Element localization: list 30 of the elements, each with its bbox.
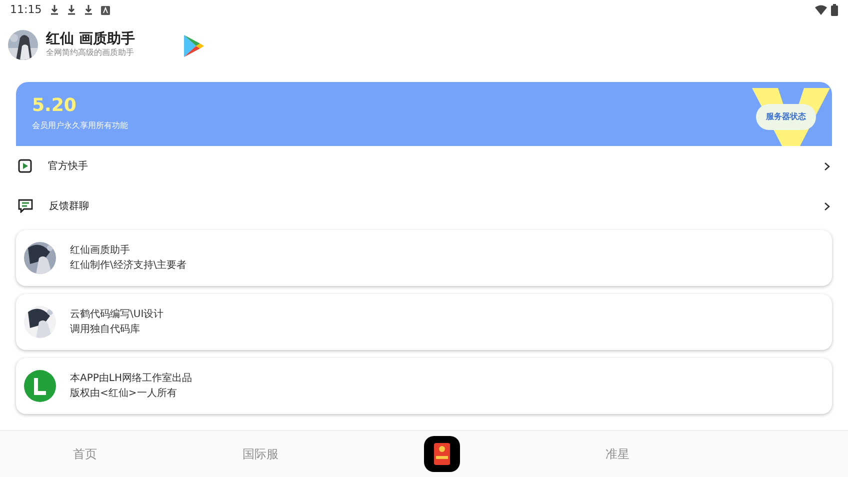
banner-subtitle: 会员用户永久享用所有功能 xyxy=(32,120,129,132)
credit-text: 红仙制作\经济支持\主要者 xyxy=(70,258,187,273)
wifi-icon xyxy=(815,5,827,15)
chevron-icon xyxy=(824,202,830,210)
download-icon xyxy=(84,5,93,15)
play-store-icon[interactable] xyxy=(182,34,205,58)
status-time: 11:15 xyxy=(10,2,42,18)
list-item[interactable]: 官方快手 xyxy=(0,146,848,186)
nav-tab[interactable]: 准星 xyxy=(606,445,630,463)
download-icon xyxy=(50,5,59,15)
app-title: 红仙 画质助手 xyxy=(46,30,135,48)
app-subtitle: 全网简约高级的画质助手 xyxy=(46,47,135,60)
credit-text: 调用独自代码库 xyxy=(70,322,141,337)
video-icon xyxy=(18,159,32,173)
credit-title: 云鹤代码编写\UI设计 xyxy=(70,308,164,322)
notification-icon xyxy=(100,6,110,14)
nav-tab[interactable]: 首页 xyxy=(72,445,97,463)
chevron-icon xyxy=(824,162,830,170)
nav-tab[interactable]: 国际服 xyxy=(242,445,278,463)
version-number: 5.20 xyxy=(32,96,78,116)
credit-title: 本APP由LH网络工作室出品 xyxy=(70,372,192,386)
server-status-button[interactable]: 服务器状态 xyxy=(756,104,816,130)
download-icon xyxy=(66,5,76,15)
credit-title: 红仙画质助手 xyxy=(70,244,131,258)
envelope-icon[interactable] xyxy=(424,436,460,472)
credit-text: 版权由<红仙>一人所有 xyxy=(70,386,178,401)
list-item[interactable]: 反馈群聊 xyxy=(0,186,848,226)
battery-icon xyxy=(831,4,838,16)
logo-icon xyxy=(24,370,56,402)
chat-icon xyxy=(18,199,33,213)
